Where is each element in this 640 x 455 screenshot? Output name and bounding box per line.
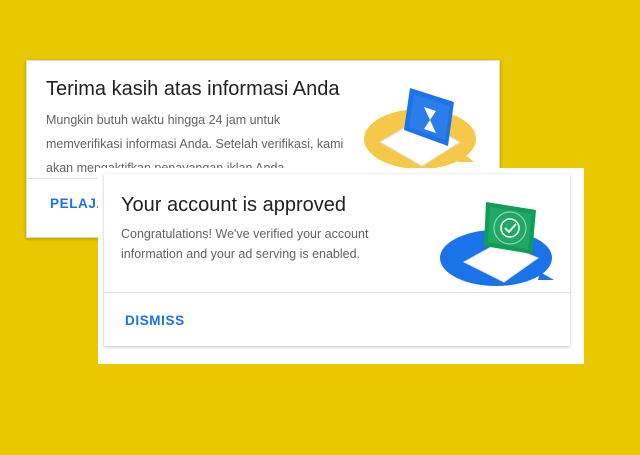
card-title: Your account is approved (121, 194, 346, 216)
account-approved-card: Your account is approved Congratulations… (104, 174, 570, 346)
card-title: Terima kasih atas informasi Anda (46, 78, 340, 100)
card-message: Congratulations! We've verified your acc… (121, 227, 369, 261)
laptop-hourglass-icon (364, 88, 476, 169)
card-divider (104, 292, 570, 293)
laptop-approved-check-icon (440, 202, 554, 286)
dismiss-button[interactable]: DISMISS (125, 313, 185, 328)
